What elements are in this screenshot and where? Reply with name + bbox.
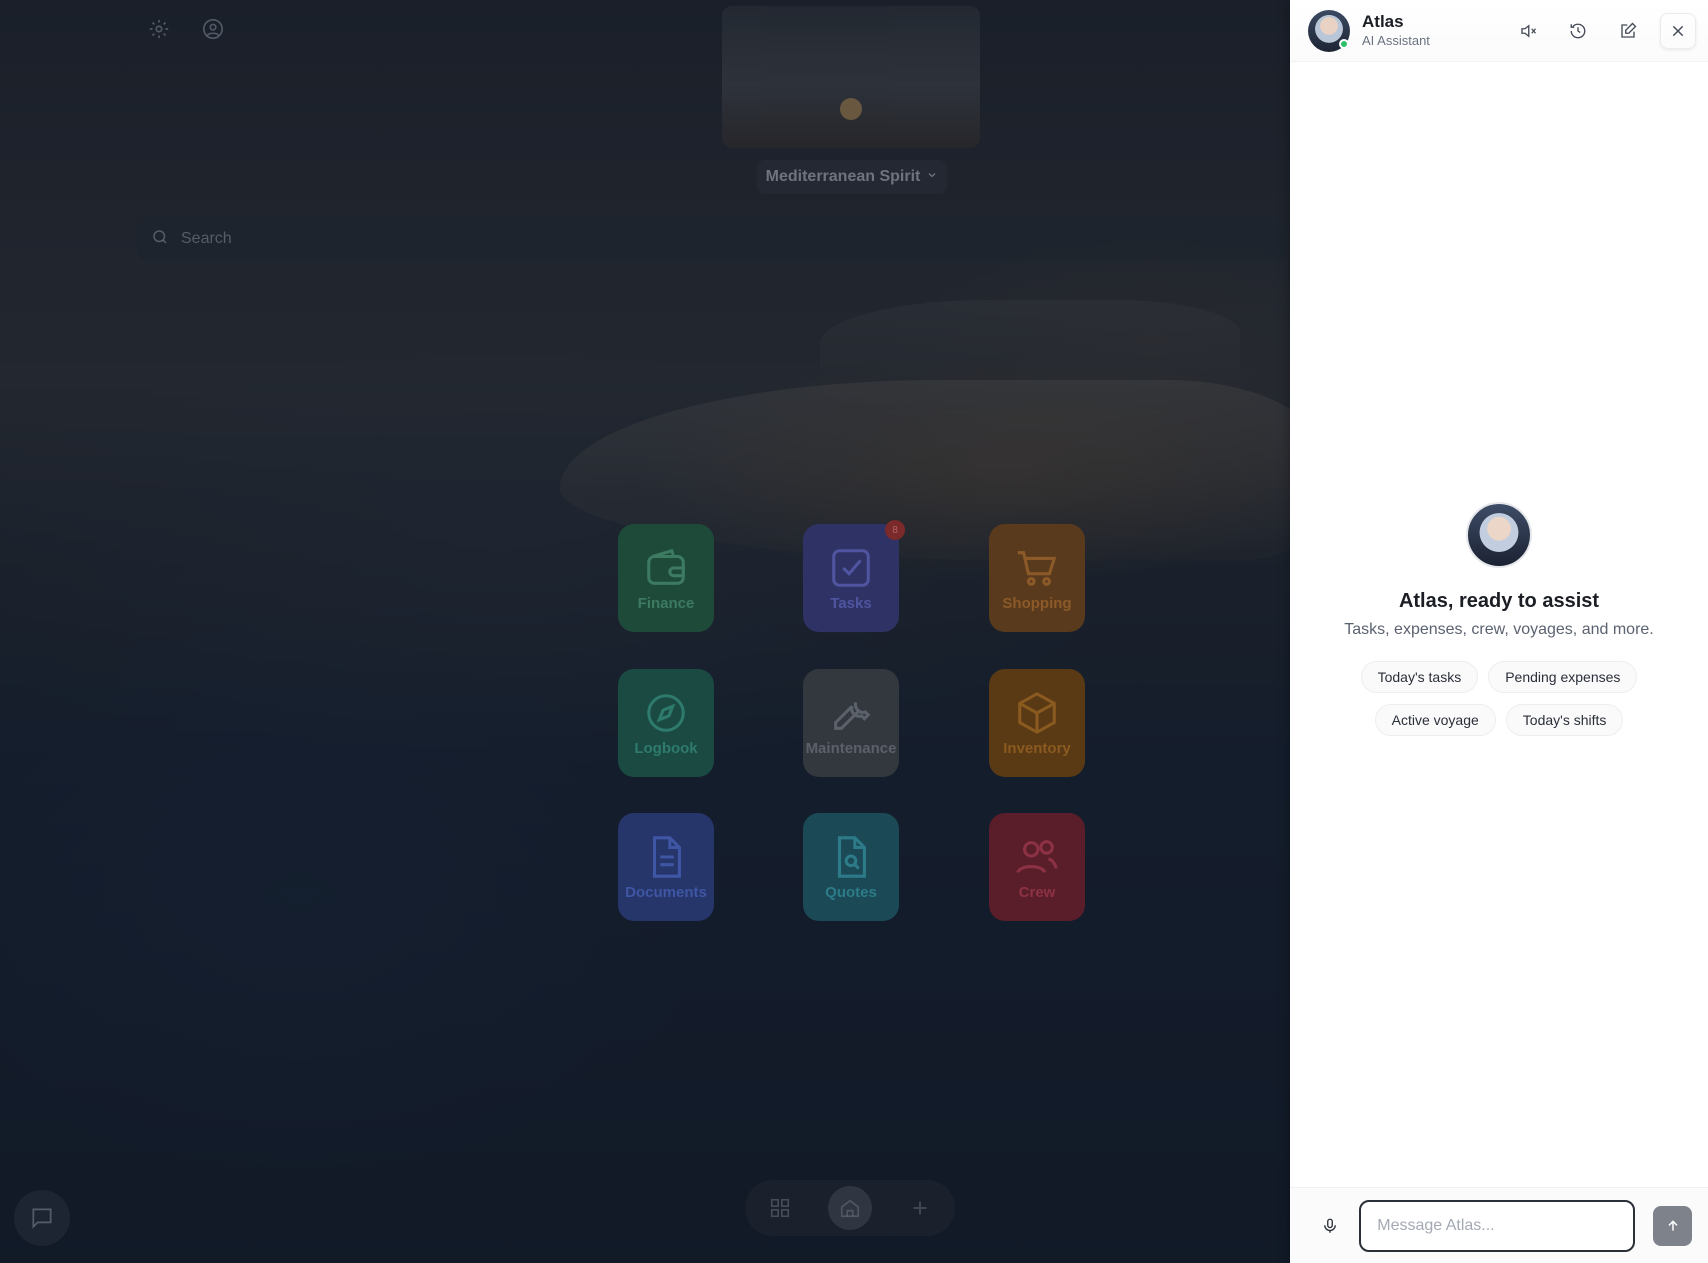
box-icon — [1018, 691, 1056, 734]
tile-label: Finance — [637, 594, 695, 612]
assistant-panel: Atlas AI Assistant Atlas, ready to assis… — [1290, 0, 1708, 1263]
tile-logbook[interactable]: Logbook — [618, 669, 714, 777]
vessel-photo — [722, 6, 980, 148]
tile-crew[interactable]: Crew — [989, 813, 1085, 921]
tasks-count-badge: 8 — [885, 520, 905, 540]
search-placeholder: Search — [181, 230, 232, 247]
close-icon[interactable] — [1660, 12, 1696, 49]
cart-icon — [1017, 550, 1057, 586]
suggestion-chips: Today's tasks Pending expenses Active vo… — [1360, 661, 1638, 736]
assistant-role: AI Assistant — [1362, 33, 1430, 48]
welcome-title: Atlas, ready to assist — [1398, 590, 1600, 612]
vessel-name-label: Mediterranean Spirit — [765, 168, 921, 185]
tile-finance[interactable]: Finance — [618, 524, 714, 632]
mute-icon[interactable] — [1510, 13, 1546, 49]
assistant-hero-avatar — [1466, 502, 1532, 568]
tile-label: Crew — [1018, 883, 1056, 901]
tile-label: Tasks — [830, 594, 872, 612]
suggestion-active-voyage[interactable]: Active voyage — [1374, 704, 1496, 736]
welcome-subtitle: Tasks, expenses, crew, voyages, and more… — [1344, 621, 1654, 638]
document-icon — [652, 835, 681, 878]
tile-label: Maintenance — [805, 739, 897, 757]
history-icon[interactable] — [1560, 13, 1596, 49]
users-icon — [1016, 839, 1058, 873]
suggestion-todays-shifts[interactable]: Today's shifts — [1505, 704, 1624, 736]
tile-quotes[interactable]: Quotes — [803, 813, 899, 921]
tile-tasks[interactable]: 8 Tasks — [803, 520, 905, 632]
new-chat-icon[interactable] — [1610, 13, 1646, 49]
grid-icon[interactable] — [758, 1186, 802, 1230]
suggestion-row: Today's tasks Pending expenses — [1360, 661, 1638, 693]
bottom-dock — [745, 1180, 955, 1236]
message-input[interactable] — [1359, 1199, 1636, 1252]
wrench-icon — [834, 701, 871, 730]
suggestion-todays-tasks[interactable]: Today's tasks — [1360, 661, 1479, 693]
microphone-icon[interactable] — [1318, 1214, 1341, 1238]
plus-icon[interactable] — [898, 1186, 942, 1230]
assistant-welcome: Atlas, ready to assist Tasks, expenses, … — [1290, 62, 1708, 1187]
online-status-dot — [1339, 38, 1349, 49]
chevron-down-icon — [926, 168, 938, 186]
send-button[interactable] — [1653, 1205, 1692, 1246]
assistant-avatar — [1308, 9, 1350, 52]
settings-icon[interactable] — [140, 10, 178, 48]
tile-label: Inventory — [1003, 739, 1071, 757]
chat-icon[interactable] — [14, 1190, 70, 1246]
assistant-name: Atlas — [1362, 12, 1404, 31]
search-icon — [151, 228, 169, 251]
tile-label: Logbook — [634, 739, 698, 757]
tile-label: Shopping — [1002, 594, 1072, 612]
assistant-header: Atlas AI Assistant — [1290, 0, 1708, 62]
compass-icon — [647, 693, 685, 732]
header-actions — [1510, 12, 1696, 49]
tile-label: Quotes — [825, 883, 877, 901]
tile-inventory[interactable]: Inventory — [989, 669, 1085, 777]
arrow-up-icon — [1668, 1219, 1678, 1231]
tile-documents[interactable]: Documents — [618, 813, 714, 921]
assistant-identity: Atlas AI Assistant — [1362, 12, 1510, 49]
tile-label: Documents — [625, 883, 707, 901]
file-search-icon — [837, 835, 866, 878]
home-icon[interactable] — [828, 1186, 872, 1230]
tile-maintenance[interactable]: Maintenance — [803, 669, 899, 777]
tile-shopping[interactable]: Shopping — [989, 524, 1085, 632]
composer — [1290, 1187, 1708, 1263]
suggestion-pending-expenses[interactable]: Pending expenses — [1488, 661, 1638, 693]
vessel-selector[interactable]: Mediterranean Spirit — [757, 160, 947, 194]
search-bar[interactable]: Search — [137, 218, 1287, 260]
suggestion-row: Active voyage Today's shifts — [1374, 704, 1624, 736]
check-square-icon — [832, 548, 870, 587]
account-icon[interactable] — [194, 10, 232, 48]
wallet-icon — [647, 548, 685, 585]
